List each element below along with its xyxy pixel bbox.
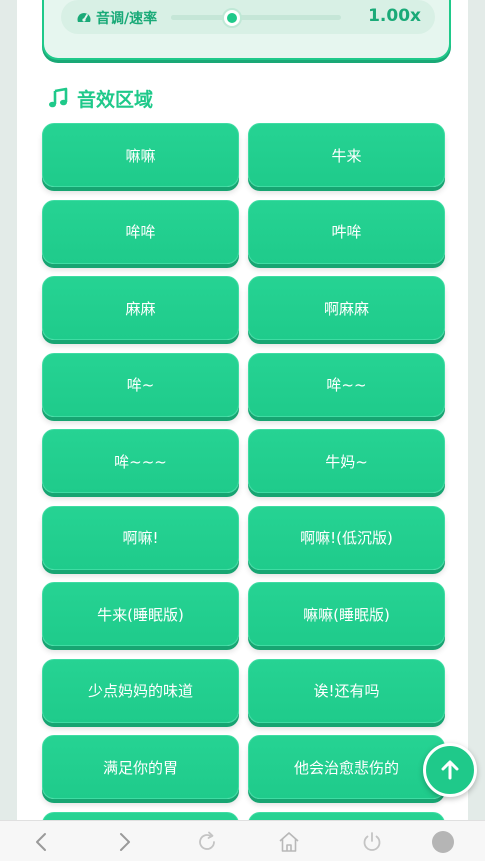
- sound-button[interactable]: 牛来(睡眠版): [42, 582, 239, 646]
- scroll-top-button[interactable]: [423, 743, 477, 797]
- sound-button[interactable]: 哞~~~: [42, 429, 239, 493]
- page-content: 音调/速率 1.00x 音效区域 嘛嘛 牛来 哞哞 吽哞 麻麻 啊麻麻 哞~ 哞~~ 哞~~~ 牛…: [17, 0, 468, 820]
- power-icon: [363, 832, 381, 851]
- speed-slider[interactable]: [171, 8, 341, 28]
- sound-button[interactable]: [42, 811, 239, 820]
- menu-circle-icon: [432, 831, 454, 853]
- sound-button[interactable]: 吽哞: [248, 199, 445, 264]
- nav-power-button[interactable]: [360, 830, 384, 854]
- speed-slider-thumb[interactable]: [222, 8, 243, 28]
- nav-back-button[interactable]: [30, 830, 54, 854]
- sound-button[interactable]: 麻麻: [42, 276, 239, 340]
- speed-control-card: 音调/速率 1.00x: [42, 0, 451, 60]
- speed-label: 音调/速率: [96, 11, 158, 27]
- speed-control-bar: 音调/速率 1.00x: [61, 0, 435, 34]
- forward-icon: [120, 833, 130, 851]
- section-title: 音效区域: [47, 84, 153, 112]
- sound-button[interactable]: 诶!还有吗: [248, 658, 445, 723]
- speed-value: 1.00x: [368, 6, 421, 26]
- sound-button[interactable]: 牛妈~: [248, 429, 445, 493]
- nav-refresh-button[interactable]: [195, 830, 219, 854]
- nav-menu-button[interactable]: [431, 830, 455, 854]
- gauge-icon: [77, 13, 91, 22]
- sound-button[interactable]: 他会治愈悲伤的: [248, 735, 445, 799]
- sound-button[interactable]: 嘛嘛: [42, 123, 239, 187]
- sound-button[interactable]: 啊嘛!: [42, 505, 239, 570]
- nav-home-button[interactable]: [277, 830, 301, 854]
- home-icon: [279, 832, 299, 852]
- sound-button[interactable]: 啊嘛!(低沉版): [248, 505, 445, 570]
- refresh-icon: [199, 831, 215, 850]
- arrow-up-icon: [441, 760, 459, 780]
- music-note-icon: [49, 87, 68, 108]
- browser-nav-bar: [0, 820, 485, 861]
- sound-button[interactable]: 哞~: [42, 352, 239, 417]
- sound-button[interactable]: 少点妈妈的味道: [42, 658, 239, 723]
- back-icon: [36, 833, 46, 851]
- sound-button[interactable]: 嘛嘛(睡眠版): [248, 582, 445, 646]
- sound-button[interactable]: 哞哞: [42, 199, 239, 264]
- sound-button[interactable]: 满足你的胃: [42, 735, 239, 799]
- sound-button[interactable]: 哞~~: [248, 352, 445, 417]
- sound-button[interactable]: 啊麻麻: [248, 276, 445, 340]
- nav-forward-button[interactable]: [112, 830, 136, 854]
- sound-button[interactable]: [248, 811, 445, 820]
- section-title-text: 音效区域: [77, 88, 154, 111]
- sound-button[interactable]: 牛来: [248, 123, 445, 187]
